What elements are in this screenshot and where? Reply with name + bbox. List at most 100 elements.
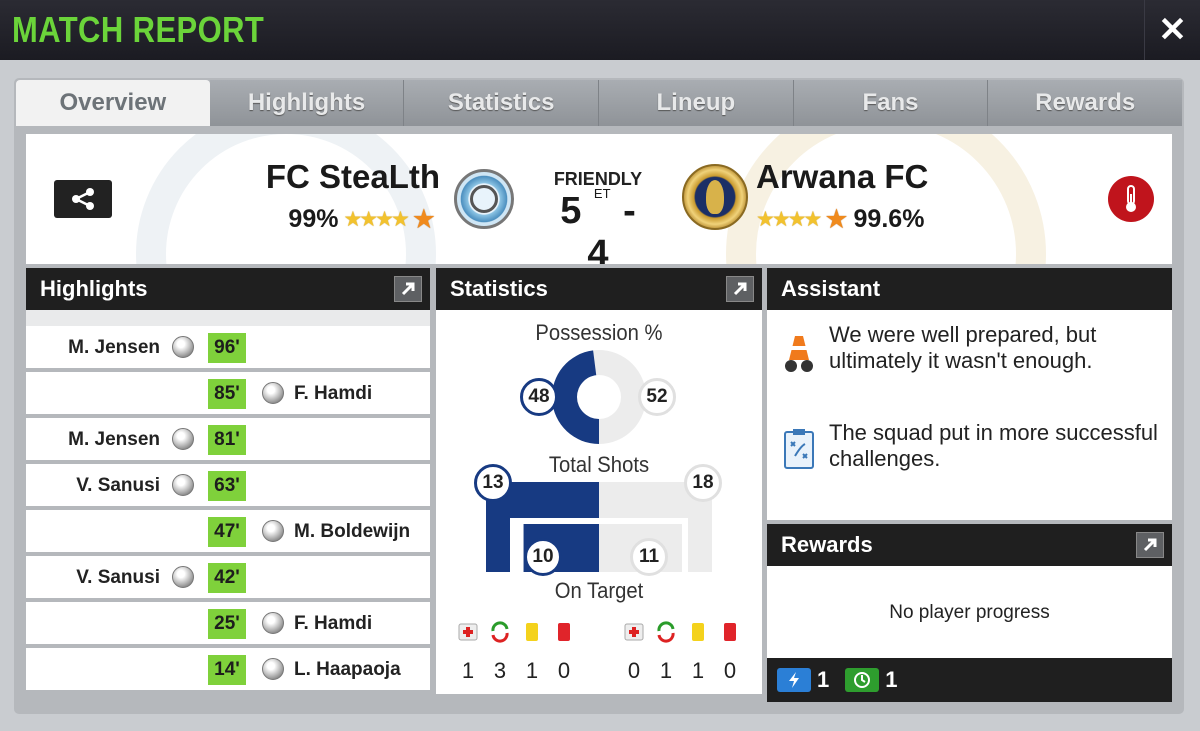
on-target-away-value: 11	[630, 538, 668, 576]
share-button[interactable]	[54, 180, 112, 218]
thermometer-icon	[1126, 185, 1136, 212]
tab-lineup[interactable]: Lineup	[599, 80, 794, 126]
ball-icon	[172, 428, 194, 450]
highlight-row[interactable]: 85' F. Hamdi	[26, 372, 430, 414]
home-injuries: 1	[461, 658, 475, 683]
home-red-cards: 0	[557, 658, 571, 683]
goal-minute: 63'	[208, 471, 246, 501]
rewards-message: No player progress	[889, 602, 1050, 623]
tab-overview[interactable]: Overview	[16, 80, 210, 126]
shots-home-value: 13	[474, 464, 512, 502]
tab-rewards[interactable]: Rewards	[988, 80, 1183, 126]
home-yellow-cards: 1	[525, 658, 539, 683]
on-target-home-value: 10	[524, 538, 562, 576]
substitution-icon	[484, 620, 516, 644]
rewards-header: Rewards	[767, 524, 1172, 566]
highlights-title: Highlights	[40, 276, 148, 301]
energy-value: 1	[817, 667, 830, 692]
home-team-name: FC SteaLth	[265, 158, 440, 195]
scorer-name: M. Jensen	[68, 429, 160, 450]
highlight-row[interactable]: 47' M. Boldewijn	[26, 510, 430, 552]
tab-fans[interactable]: Fans	[793, 80, 989, 126]
away-team-rating: ★★★★ ★ 99.6%	[756, 204, 924, 235]
ball-icon	[262, 612, 284, 634]
tab-highlights[interactable]: Highlights	[209, 80, 405, 126]
scorer-name: M. Jensen	[68, 337, 160, 358]
highlight-row[interactable]: 14' L. Haapaoja	[26, 648, 430, 690]
yellow-card-icon	[516, 620, 548, 644]
away-star-icon: ★	[824, 204, 849, 234]
highlights-header: Highlights	[26, 268, 430, 310]
highlight-row[interactable]: M. Jensen 96'	[26, 326, 430, 368]
statistics-expand-button[interactable]	[726, 276, 754, 302]
extra-time-label: ET	[593, 186, 611, 201]
shots-away-value: 18	[684, 464, 722, 502]
close-icon: ✕	[1158, 11, 1187, 49]
training-cones-icon	[785, 336, 813, 372]
possession-donut	[552, 350, 646, 444]
score-separator: -	[623, 190, 636, 232]
thermometer-button[interactable]	[1108, 176, 1154, 222]
title-bar: MATCH REPORT ✕	[0, 0, 1200, 60]
statistics-header: Statistics	[436, 268, 762, 310]
assistant-tip: The squad put in more successful challen…	[829, 420, 1158, 471]
ball-icon	[262, 658, 284, 680]
scorer-name: M. Boldewijn	[294, 521, 411, 542]
scorer-name: L. Haapaoja	[294, 659, 401, 680]
scorer-name: F. Hamdi	[294, 613, 373, 634]
highlight-row[interactable]: M. Jensen 81'	[26, 418, 430, 460]
ball-icon	[262, 520, 284, 542]
recovery-icon	[845, 668, 880, 692]
tactics-board-icon	[784, 429, 814, 469]
possession-away-value: 52	[638, 378, 676, 416]
statistics-title: Statistics	[450, 276, 548, 301]
away-yellow-cards: 1	[691, 658, 705, 683]
ball-icon	[172, 566, 194, 588]
expand-arrow-icon	[733, 282, 747, 296]
home-rating-percent: 99%	[288, 205, 339, 233]
recovery-value: 1	[885, 667, 898, 692]
goal-minute: 85'	[208, 379, 246, 409]
red-card-icon	[548, 620, 580, 644]
home-event-icons	[452, 620, 580, 644]
away-crest-icon	[682, 164, 748, 230]
final-score: 5 ET - 4	[548, 186, 648, 264]
assistant-tip: We were well prepared, but ultimately it…	[829, 322, 1097, 373]
tab-bar: Overview Highlights Statistics Lineup Fa…	[16, 80, 1183, 126]
assistant-header: Assistant	[767, 268, 1172, 310]
home-event-counts: 1 3 1 0	[452, 658, 580, 684]
on-target-label: On Target	[554, 578, 644, 603]
away-event-counts: 0 1 1 0	[618, 658, 746, 684]
shots-chart	[486, 482, 712, 572]
home-crest-watermark	[136, 134, 436, 264]
highlight-row[interactable]: V. Sanusi 63'	[26, 464, 430, 506]
home-star-icons: ★★★★	[343, 208, 409, 231]
away-crest-watermark	[726, 134, 1046, 264]
red-card-icon	[714, 620, 746, 644]
scoreboard: FC SteaLth 99% ★★★★ ★ FRIENDLY 5 ET - 4 …	[26, 134, 1172, 264]
statistics-panel: Possession % 48 52 Total Shots 13 18 10 …	[436, 310, 762, 694]
home-crest-icon	[454, 169, 514, 229]
close-button[interactable]: ✕	[1144, 0, 1200, 60]
expand-arrow-icon	[401, 282, 415, 296]
page-title: MATCH REPORT	[12, 9, 265, 50]
goal-minute: 25'	[208, 609, 246, 639]
away-team-name: Arwana FC	[756, 158, 929, 195]
rewards-title: Rewards	[781, 532, 873, 557]
highlights-spacer	[26, 310, 430, 326]
tab-statistics[interactable]: Statistics	[404, 80, 600, 126]
highlight-row[interactable]: V. Sanusi 42'	[26, 556, 430, 598]
ball-icon	[172, 336, 194, 358]
home-substitutions: 3	[493, 658, 507, 683]
goal-minute: 47'	[208, 517, 246, 547]
match-report-panel: Overview Highlights Statistics Lineup Fa…	[14, 78, 1184, 714]
away-event-icons	[618, 620, 746, 644]
energy-icon	[777, 668, 811, 692]
highlight-row[interactable]: 25' F. Hamdi	[26, 602, 430, 644]
highlights-expand-button[interactable]	[394, 276, 422, 302]
assistant-panel: We were well prepared, but ultimately it…	[767, 310, 1172, 520]
away-score: 4	[587, 233, 609, 264]
expand-arrow-icon	[1143, 538, 1157, 552]
rewards-expand-button[interactable]	[1136, 532, 1164, 558]
assistant-title: Assistant	[781, 276, 881, 301]
